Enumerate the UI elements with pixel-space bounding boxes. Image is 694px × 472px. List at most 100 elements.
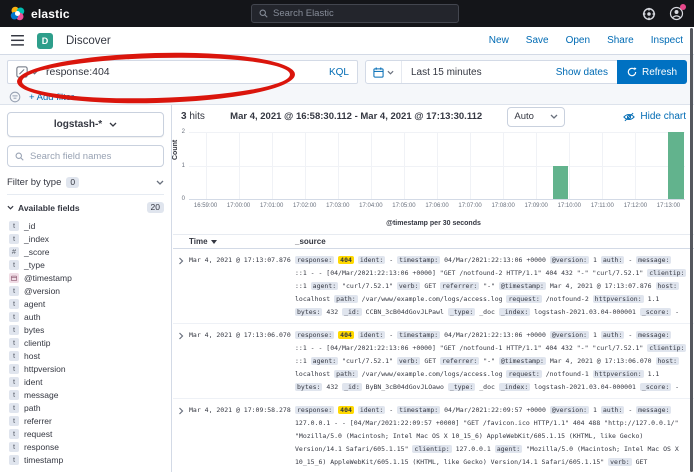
hide-chart-button[interactable]: Hide chart — [623, 111, 686, 122]
field-name-badge: verb: — [608, 458, 632, 466]
field-name-badge: host: — [656, 357, 680, 365]
field-item-bytes[interactable]: tbytes — [7, 323, 164, 336]
field-item-version[interactable]: t@version — [7, 284, 164, 297]
field-item-response[interactable]: tresponse — [7, 440, 164, 453]
field-name: request — [24, 429, 52, 439]
expand-row-button[interactable] — [173, 404, 189, 469]
field-name-badge: httpversion: — [593, 295, 644, 303]
field-item-referrer[interactable]: treferrer — [7, 414, 164, 427]
page-title: Discover — [66, 35, 111, 47]
show-dates-button[interactable]: Show dates — [556, 67, 608, 78]
nav-link-save[interactable]: Save — [526, 35, 549, 46]
query-input[interactable]: response:404 KQL — [7, 60, 358, 84]
field-value: ::1 - - [04/Mar/2021:22:13:06 +0000] "GE… — [295, 344, 643, 352]
field-value: _doc — [479, 383, 495, 391]
index-pattern-select[interactable]: logstash-* — [7, 112, 164, 137]
row-source-cell: response: 404 ident: - timestamp: 04/Mar… — [295, 404, 694, 469]
time-range-value[interactable]: Last 15 minutes — [402, 67, 556, 78]
field-item-score[interactable]: #_score — [7, 245, 164, 258]
field-value: ::1 — [295, 282, 307, 290]
hits-count: 3 hits — [181, 111, 205, 122]
field-item-type[interactable]: t_type — [7, 258, 164, 271]
field-name-badge: path: — [334, 295, 358, 303]
field-name: _id — [24, 221, 35, 231]
x-gridline — [569, 132, 570, 199]
filter-by-type-count: 0 — [66, 177, 79, 188]
histogram-bar[interactable] — [553, 166, 569, 200]
nav-link-new[interactable]: New — [489, 35, 509, 46]
interval-value: Auto — [514, 111, 534, 122]
filter-by-type-label: Filter by type — [7, 177, 61, 188]
x-tick-label: 17:05:00 — [392, 203, 415, 209]
deployment-icon[interactable] — [642, 7, 656, 21]
field-item-ident[interactable]: tident — [7, 375, 164, 388]
top-nav-menu: New Save Open Share Inspect — [489, 35, 683, 46]
user-menu-avatar[interactable] — [669, 6, 684, 21]
vertical-scrollbar[interactable] — [690, 28, 693, 472]
field-name-badge: verb: — [397, 282, 421, 290]
refresh-icon — [627, 67, 637, 77]
add-filter-button[interactable]: + Add filter — [29, 92, 74, 103]
query-language-button[interactable]: KQL — [321, 67, 349, 78]
nav-link-inspect[interactable]: Inspect — [651, 35, 683, 46]
hide-chart-label: Hide chart — [640, 111, 686, 122]
field-item-timestamp[interactable]: ttimestamp — [7, 453, 164, 466]
date-picker-calendar-button[interactable] — [366, 61, 402, 83]
field-name-badge: ident: — [358, 256, 385, 264]
field-search-input[interactable]: Search field names — [7, 145, 164, 167]
x-gridline — [503, 132, 504, 199]
expand-row-button[interactable] — [173, 329, 189, 394]
global-search-input[interactable]: Search Elastic — [251, 4, 459, 23]
field-name-badge: verb: — [397, 357, 421, 365]
nav-link-open[interactable]: Open — [566, 35, 590, 46]
app-header: D Discover New Save Open Share Inspect — [0, 27, 694, 55]
discover-app-badge[interactable]: D — [37, 33, 53, 49]
field-item-clientip[interactable]: tclientip — [7, 336, 164, 349]
x-gridline — [536, 132, 537, 199]
expand-row-button[interactable] — [173, 254, 189, 319]
field-value: localhost — [295, 295, 330, 303]
field-item-httpversion[interactable]: thttpversion — [7, 362, 164, 375]
field-name-badge: timestamp: — [397, 331, 440, 339]
field-value: 127.0.0.1 — [456, 445, 491, 453]
index-pattern-label: logstash-* — [54, 119, 102, 130]
elastic-logo[interactable]: elastic — [10, 6, 70, 21]
chevron-down-icon — [109, 122, 117, 127]
string-field-icon: t — [9, 364, 19, 374]
field-value: 04/Mar/2021:22:09:57 +0000 — [444, 406, 546, 414]
row-source-cell: response: 404 ident: - timestamp: 04/Mar… — [295, 254, 694, 319]
histogram-bar[interactable] — [668, 132, 684, 199]
field-item-request[interactable]: trequest — [7, 427, 164, 440]
menu-hamburger-icon[interactable] — [11, 35, 24, 46]
field-value: 1 — [593, 256, 597, 264]
field-name: _type — [24, 260, 45, 270]
field-value: /notfound-1 — [546, 370, 589, 378]
field-value: 1.1 — [648, 295, 660, 303]
query-text[interactable]: response:404 — [46, 66, 321, 78]
field-item-auth[interactable]: tauth — [7, 310, 164, 323]
x-tick-label: 17:09:00 — [525, 203, 548, 209]
field-value: GET — [424, 282, 436, 290]
field-name: agent — [24, 299, 45, 309]
interval-select[interactable]: Auto — [507, 107, 565, 127]
field-value: GET — [424, 357, 436, 365]
field-item-index[interactable]: t_index — [7, 232, 164, 245]
field-item-message[interactable]: tmessage — [7, 388, 164, 401]
field-name: @version — [24, 286, 60, 296]
field-item-id[interactable]: t_id — [7, 219, 164, 232]
x-tick-label: 17:08:00 — [491, 203, 514, 209]
filter-by-type[interactable]: Filter by type 0 — [7, 175, 164, 195]
field-item-timestamp[interactable]: @timestamp — [7, 271, 164, 284]
x-tick-label: 17:02:00 — [293, 203, 316, 209]
refresh-button[interactable]: Refresh — [617, 60, 687, 84]
row-source-cell: response: 404 ident: - timestamp: 04/Mar… — [295, 329, 694, 394]
saved-query-icon[interactable] — [16, 66, 28, 78]
field-item-agent[interactable]: tagent — [7, 297, 164, 310]
time-column-header[interactable]: Time — [189, 237, 295, 246]
field-item-host[interactable]: thost — [7, 349, 164, 362]
available-fields-header[interactable]: Available fields 20 — [7, 202, 164, 213]
highlighted-value: 404 — [338, 406, 354, 414]
nav-link-share[interactable]: Share — [607, 35, 634, 46]
field-item-path[interactable]: tpath — [7, 401, 164, 414]
filter-options-icon[interactable] — [9, 91, 21, 103]
